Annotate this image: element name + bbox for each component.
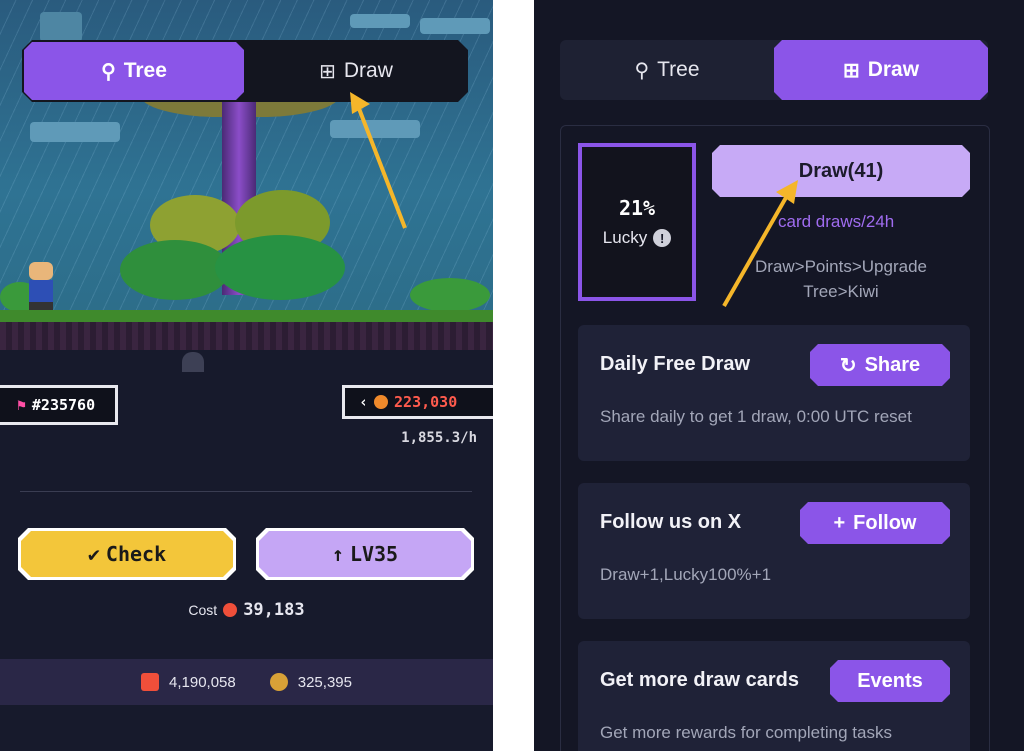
tree-bush [120, 240, 230, 300]
balance-badge[interactable]: ‹ 223,030 [342, 385, 493, 419]
upgrade-cost: Cost 39,183 [0, 600, 493, 620]
follow-card: Follow us on X + Follow Draw+1,Lucky100%… [578, 483, 970, 619]
lucky-percent: 21% [618, 196, 656, 220]
production-rate: 1,855.3/h [401, 430, 477, 446]
tab-tree-label: Tree [657, 58, 700, 81]
kiwi-coin-icon [269, 673, 288, 691]
cloud [420, 18, 490, 34]
draw-plus-icon: ⊞ [319, 60, 336, 83]
lucky-box: 21% Lucky ! [578, 143, 696, 301]
check-label: Check [105, 542, 167, 566]
cloud [350, 14, 410, 28]
tab-tree[interactable]: ⚲ Tree [560, 40, 774, 100]
player-tag: #235760 [31, 396, 96, 414]
more-desc: Get more rewards for completing tasks [600, 723, 892, 742]
level-up-button[interactable]: ↑ LV35 [259, 531, 471, 577]
draw-button[interactable]: Draw(41) [712, 145, 970, 197]
cloud [30, 122, 120, 142]
more-cards-card: Get more draw cards Events Get more rewa… [578, 641, 970, 751]
events-button[interactable]: Events [830, 660, 950, 702]
m-coin-icon [223, 603, 238, 617]
cloud [330, 120, 420, 138]
tab-draw[interactable]: ⊞ Draw [246, 42, 466, 100]
balance-value: 223,030 [394, 393, 458, 411]
follow-desc: Draw+1,Lucky100%+1 [600, 565, 772, 584]
tab-draw-label: Draw [867, 58, 920, 81]
flow-info: Draw>Points>Upgrade Tree>Kiwi [712, 254, 970, 304]
lucky-label: Lucky [602, 228, 648, 247]
flow-line-1: Draw>Points>Upgrade [755, 257, 927, 276]
daily-title: Daily Free Draw [600, 353, 751, 375]
player-character [26, 262, 56, 310]
tab-draw[interactable]: ⊞ Draw [774, 40, 988, 100]
fruit-balance: 325,395 [297, 673, 352, 691]
divider [20, 491, 472, 492]
tab-tree-label: Tree [123, 59, 167, 82]
check-icon: ✔ [87, 542, 100, 566]
right-draw-panel: ⚲ Tree ⊞ Draw 21% Lucky ! Draw(41) card … [534, 0, 1024, 751]
player-tag-badge: ⚑ #235760 [0, 385, 118, 425]
tab-tree[interactable]: ⚲ Tree [24, 42, 244, 100]
flag-icon: ⚑ [16, 396, 26, 414]
left-game-panel: ⚲ Tree ⊞ Draw ⚑ #235760 ‹ 223,030 1,855.… [0, 0, 493, 751]
cost-value: 39,183 [243, 600, 305, 620]
follow-plus-icon: + [833, 511, 846, 534]
tab-switch: ⚲ Tree ⊞ Draw [560, 40, 988, 100]
level-label: LV35 [349, 542, 399, 566]
tree-bush [215, 235, 345, 300]
bush [410, 278, 490, 312]
check-button[interactable]: ✔ Check [21, 531, 233, 577]
share-label: Share [864, 353, 921, 376]
share-icon: ↻ [839, 354, 857, 377]
follow-title: Follow us on X [600, 511, 742, 533]
draws-info: card draws/24h [778, 212, 895, 231]
follow-label: Follow [853, 511, 917, 534]
cloud [40, 12, 82, 42]
m-balance: 4,190,058 [169, 673, 236, 691]
arrow-up-icon: ↑ [331, 542, 344, 566]
flow-line-2: Tree>Kiwi [803, 282, 879, 301]
daily-free-draw-card: Daily Free Draw ↻ Share Share daily to g… [578, 325, 970, 461]
tab-switch: ⚲ Tree ⊞ Draw [22, 40, 468, 102]
share-button[interactable]: ↻ Share [810, 344, 950, 386]
daily-desc: Share daily to get 1 draw, 0:00 UTC rese… [600, 407, 912, 426]
tab-draw-label: Draw [343, 59, 393, 82]
draw-button-label: Draw(41) [798, 159, 884, 182]
soil [0, 322, 493, 350]
follow-button[interactable]: + Follow [800, 502, 950, 544]
tree-icon: ⚲ [101, 60, 116, 83]
draw-plus-icon: ⊞ [842, 59, 860, 82]
chevron-left-icon: ‹ [359, 393, 369, 411]
events-label: Events [857, 669, 923, 692]
tree-icon: ⚲ [634, 59, 650, 82]
signal-icon [182, 352, 204, 372]
kiwi-coin-icon [374, 395, 389, 409]
m-coin-icon [141, 673, 160, 691]
more-title: Get more draw cards [600, 669, 799, 691]
info-icon[interactable]: ! [653, 229, 672, 247]
footer-balances: 4,190,058 325,395 [0, 659, 493, 705]
grass [0, 310, 493, 322]
cost-label: Cost [188, 602, 218, 618]
